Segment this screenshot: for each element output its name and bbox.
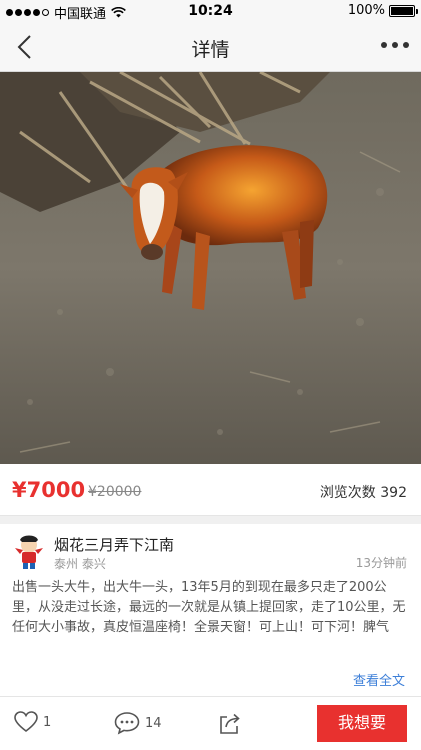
read-more-link[interactable]: 查看全文	[353, 670, 405, 689]
views-number: 392	[380, 485, 407, 501]
price-row: ¥7000 ¥20000 浏览次数 392	[0, 464, 421, 516]
like-button[interactable]: 1	[14, 711, 51, 733]
comment-button[interactable]: 14	[114, 711, 162, 735]
share-icon	[220, 713, 240, 734]
heart-icon	[14, 711, 38, 733]
avatar[interactable]	[12, 534, 46, 570]
comment-count: 14	[145, 715, 162, 731]
i-want-it-button[interactable]: 我想要	[317, 705, 407, 742]
seller-name[interactable]: 烟花三月弄下江南	[54, 534, 174, 555]
navigation-bar: 详情	[0, 22, 421, 72]
listing-photo[interactable]	[0, 72, 421, 464]
share-button[interactable]	[218, 711, 242, 735]
more-options-icon[interactable]	[381, 42, 409, 48]
calf-photo	[0, 72, 421, 464]
battery-percent: 100%	[347, 3, 385, 18]
battery-icon	[389, 4, 418, 17]
view-count: 浏览次数 392	[320, 482, 407, 502]
views-label: 浏览次数	[319, 485, 376, 501]
seller-location: 泰州 泰兴	[54, 557, 106, 571]
listing-description: 出售一头大牛，出大牛一头，13年5月的到现在最多只走了200公里，从没走过长途，…	[12, 580, 406, 635]
original-price: ¥20000	[88, 484, 142, 500]
status-bar: 中国联通 10:24 100%	[0, 0, 421, 22]
post-time: 13分钟前	[355, 556, 407, 570]
section-divider	[0, 516, 421, 524]
comment-bubble-icon	[114, 712, 140, 735]
bottom-action-bar: 1 14 我想要	[0, 696, 421, 750]
page-title: 详情	[191, 39, 230, 61]
seller-info[interactable]: 烟花三月弄下江南 泰州 泰兴 13分钟前	[0, 524, 421, 574]
price: ¥7000	[12, 478, 86, 502]
like-count: 1	[43, 714, 52, 730]
